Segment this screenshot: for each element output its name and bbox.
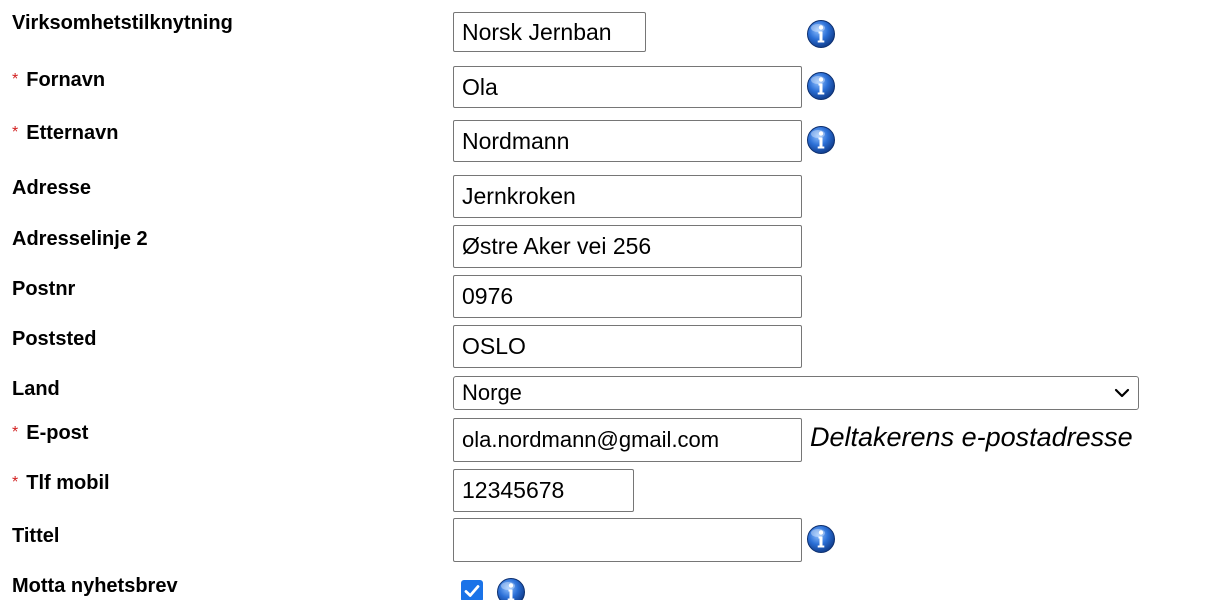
etternavn-label: * Etternavn [12,121,118,147]
postnr-input[interactable] [453,275,802,318]
adresselinje2-label: Adresselinje 2 [12,228,148,250]
epost-hint: Deltakerens e-postadresse [810,422,1133,452]
info-icon[interactable] [806,524,836,554]
epost-input[interactable] [453,418,802,462]
required-marker: * [12,71,19,88]
tlf-label-text: Tlf mobil [26,472,110,494]
land-selected-value: Norge [462,380,522,405]
participant-form: Virksomhetstilknytning * Fornavn * Etterna… [0,0,1214,600]
required-marker: * [12,124,19,141]
epost-label: * E-post [12,421,88,447]
land-label: Land [12,378,60,400]
etternavn-label-text: Etternavn [26,122,119,144]
info-icon[interactable] [496,577,526,600]
info-icon[interactable] [806,71,836,101]
land-select[interactable]: Norge [453,376,1139,410]
tlf-input[interactable] [453,469,634,512]
adresse-input[interactable] [453,175,802,218]
tittel-label: Tittel [12,525,60,547]
etternavn-input[interactable] [453,120,802,162]
nyhetsbrev-checkbox[interactable] [461,580,483,600]
poststed-label: Poststed [12,328,97,350]
virksomhet-label: Virksomhetstilknytning [12,12,233,34]
nyhetsbrev-label: Motta nyhetsbrev [12,575,178,597]
required-marker: * [12,474,19,491]
chevron-down-icon [1114,388,1130,398]
info-icon[interactable] [806,19,836,49]
fornavn-input[interactable] [453,66,802,108]
required-marker: * [12,424,19,441]
adresse-label: Adresse [12,177,91,199]
checkmark-icon [464,585,480,597]
tlf-label: * Tlf mobil [12,471,110,497]
poststed-input[interactable] [453,325,802,368]
fornavn-label-text: Fornavn [26,69,106,91]
epost-label-text: E-post [26,422,89,444]
adresselinje2-input[interactable] [453,225,802,268]
postnr-label: Postnr [12,278,76,300]
tittel-input[interactable] [453,518,802,562]
info-icon[interactable] [806,125,836,155]
virksomhet-input[interactable] [453,12,646,52]
fornavn-label: * Fornavn [12,68,105,94]
